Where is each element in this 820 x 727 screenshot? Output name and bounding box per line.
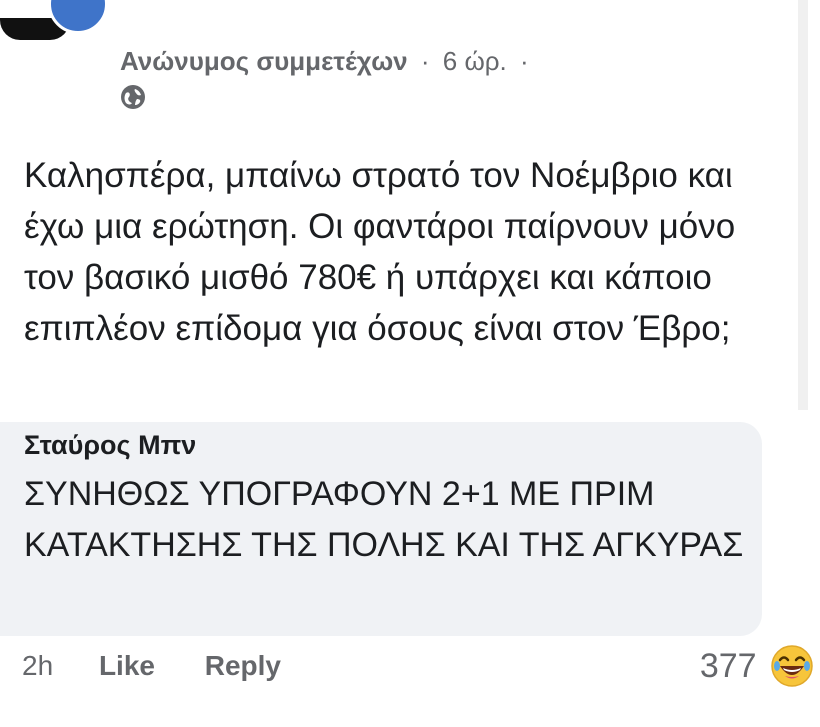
reaction-summary[interactable]: 377 bbox=[700, 644, 814, 692]
like-button[interactable]: Like bbox=[99, 650, 155, 682]
post-author-name[interactable]: Ανώνυμος συμμετέχων bbox=[120, 46, 408, 76]
post-header: Ανώνυμος συμμετέχων · 6 ώρ. · bbox=[120, 46, 535, 82]
post-card: Ανώνυμος συμμετέχων · 6 ώρ. · Καλησπέρα,… bbox=[0, 0, 808, 410]
reply-button[interactable]: Reply bbox=[205, 650, 281, 682]
comment-author-name[interactable]: Σταύρος Μπν bbox=[24, 430, 196, 461]
globe-icon[interactable] bbox=[120, 84, 146, 110]
header-trailing-dot: · bbox=[520, 46, 529, 76]
reaction-count: 377 bbox=[699, 646, 757, 685]
comment-bubble: Σταύρος Μπν ΣΥΝΗΘΩΣ ΥΠΟΓΡΑΦΟΥΝ 2+1 ΜΕ ΠΡ… bbox=[0, 422, 762, 636]
post-body-text: Καλησπέρα, μπαίνω στρατό τον Νοέμβριο κα… bbox=[24, 156, 736, 348]
avatar[interactable] bbox=[0, 0, 112, 48]
comment-timestamp[interactable]: 2h bbox=[22, 650, 53, 682]
comment-body-text: ΣΥΝΗΘΩΣ ΥΠΟΓΡΑΦΟΥΝ 2+1 ΜΕ ΠΡΙΜ ΚΑΤΑΚΤΗΣΗ… bbox=[24, 475, 744, 564]
laughing-emoji-icon bbox=[771, 645, 813, 687]
comment-actions: 2h Like Reply bbox=[22, 648, 323, 692]
header-separator: · bbox=[420, 46, 430, 76]
post-timestamp[interactable]: 6 ώρ. bbox=[443, 46, 507, 76]
